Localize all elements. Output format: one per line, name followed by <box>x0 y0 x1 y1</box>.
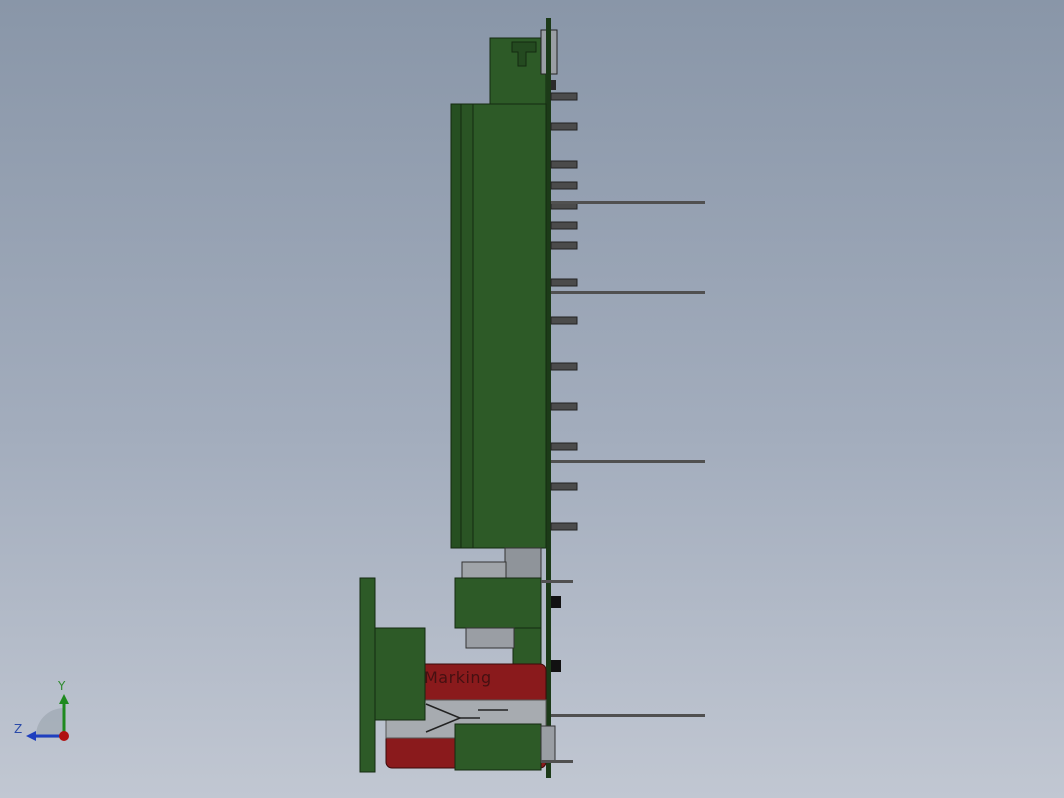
pin <box>550 181 578 190</box>
axis-y-label: Y <box>58 679 66 693</box>
header-pins <box>550 92 578 531</box>
pin <box>550 221 578 230</box>
main-module <box>450 103 547 549</box>
long-leads <box>551 201 705 717</box>
pin <box>550 122 578 131</box>
lower-assembly <box>359 547 573 773</box>
pin <box>550 482 578 491</box>
pin <box>550 160 578 169</box>
pin <box>550 316 578 325</box>
pin <box>550 442 578 451</box>
axis-z-label: Z <box>14 722 23 736</box>
component-marking-text: Marking <box>424 668 492 687</box>
cad-viewport[interactable]: Marking Y Z <box>0 0 1064 798</box>
pin <box>550 362 578 371</box>
pin <box>550 402 578 411</box>
pin <box>550 522 578 531</box>
axis-triad <box>26 694 69 741</box>
pcb-board <box>546 18 551 778</box>
model-drawing <box>26 18 705 778</box>
pin <box>550 241 578 250</box>
pin <box>550 92 578 101</box>
pin <box>550 278 578 287</box>
